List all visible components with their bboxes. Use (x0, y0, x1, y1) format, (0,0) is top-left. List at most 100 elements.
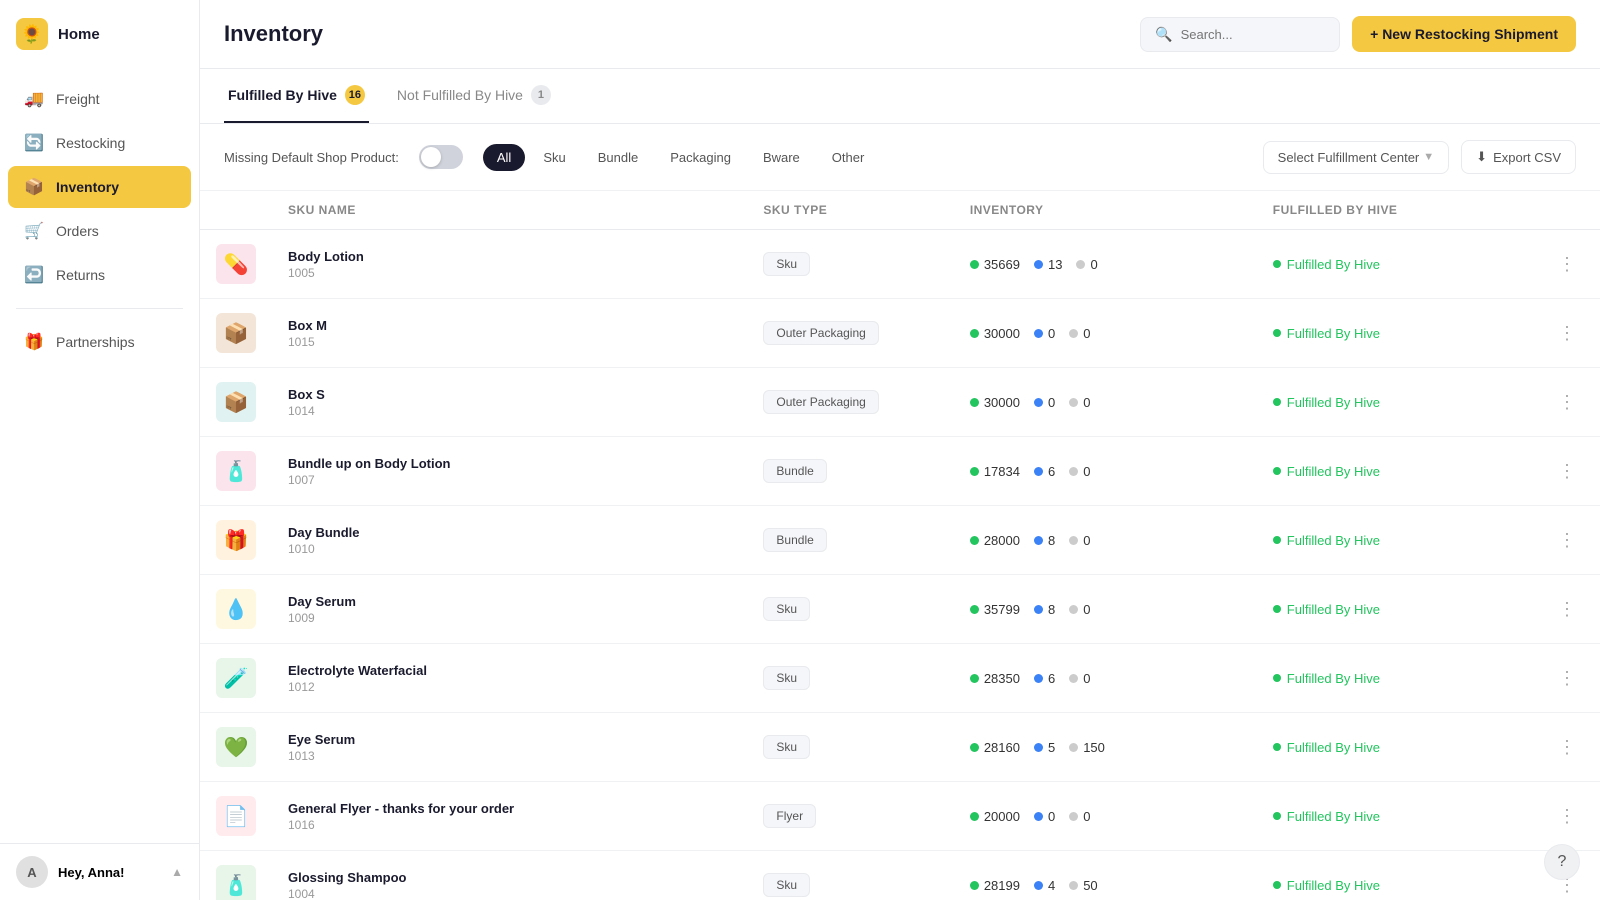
freight-icon: 🚚 (24, 89, 44, 109)
search-input[interactable] (1181, 27, 1326, 42)
table-row: 💊 Body Lotion 1005 Sku 35669 13 (200, 230, 1600, 299)
row-more-button[interactable]: ⋮ (1550, 595, 1584, 624)
sidebar-item-inventory[interactable]: 📦Inventory (8, 166, 191, 208)
blue-dot (1034, 467, 1043, 476)
gray-dot (1069, 467, 1078, 476)
inventory-cell: 28350 6 0 (954, 644, 1257, 713)
inventory-cell: 28199 4 50 (954, 851, 1257, 900)
fulfilled-dot (1273, 743, 1281, 751)
sku-type-cell: Sku (747, 713, 953, 782)
product-name: Body Lotion (288, 249, 364, 264)
product-name: Glossing Shampoo (288, 870, 406, 885)
product-name: Box S (288, 387, 325, 402)
action-cell: ⋮ (1530, 782, 1600, 851)
inventory-table: SKU Name SKU Type Inventory Fulfilled by… (200, 191, 1600, 900)
search-box[interactable]: 🔍 (1140, 17, 1340, 52)
filter-chip-packaging[interactable]: Packaging (656, 144, 745, 171)
new-shipment-button[interactable]: + New Restocking Shipment (1352, 16, 1576, 52)
export-csv-button[interactable]: ⬇ Export CSV (1461, 140, 1576, 174)
product-thumb-icon: 💚 (216, 727, 256, 767)
fulfillment-center-select[interactable]: Select Fulfillment Center ▼ (1263, 141, 1450, 174)
tab-fulfilled[interactable]: Fulfilled By Hive 16 (224, 69, 369, 123)
inv-green-group: 28000 (970, 533, 1020, 548)
inv-green-group: 28350 (970, 671, 1020, 686)
row-more-button[interactable]: ⋮ (1550, 457, 1584, 486)
inv-gray-group: 50 (1069, 878, 1097, 893)
product-info: Box M 1015 (288, 318, 731, 349)
inv-gray-group: 0 (1069, 395, 1090, 410)
tab-not-fulfilled-badge: 1 (531, 85, 551, 105)
product-thumb-icon: 📦 (216, 313, 256, 353)
inv-gray-group: 0 (1069, 809, 1090, 824)
inv-gray-group: 0 (1069, 326, 1090, 341)
product-sku-id: 1009 (288, 611, 356, 625)
green-dot (970, 881, 979, 890)
sidebar-item-returns[interactable]: ↩️Returns (8, 254, 191, 296)
inv-green-value: 28160 (984, 740, 1020, 755)
help-button[interactable]: ? (1544, 844, 1580, 880)
filter-chip-sku[interactable]: Sku (529, 144, 579, 171)
sidebar-item-freight[interactable]: 🚚Freight (8, 78, 191, 120)
inventory-dots: 28160 5 150 (970, 740, 1241, 755)
missing-product-toggle[interactable] (419, 145, 463, 169)
sidebar: 🌻 Home 🚚Freight🔄Restocking📦Inventory🛒Ord… (0, 0, 200, 900)
product-thumbnail: 🧴 (200, 851, 272, 900)
inv-green-group: 35669 (970, 257, 1020, 272)
product-details: Box S 1014 (288, 387, 325, 418)
row-more-button[interactable]: ⋮ (1550, 250, 1584, 279)
sidebar-footer[interactable]: A Hey, Anna! ▲ (0, 843, 199, 900)
row-more-button[interactable]: ⋮ (1550, 802, 1584, 831)
product-info: Eye Serum 1013 (288, 732, 731, 763)
table-row: 🎁 Day Bundle 1010 Bundle 28000 8 (200, 506, 1600, 575)
sku-type-badge: Sku (763, 666, 810, 690)
product-sku-id: 1004 (288, 887, 406, 900)
page-title: Inventory (224, 21, 323, 47)
inventory-cell: 20000 0 0 (954, 782, 1257, 851)
inv-blue-value: 4 (1048, 878, 1055, 893)
row-more-button[interactable]: ⋮ (1550, 733, 1584, 762)
inv-green-group: 17834 (970, 464, 1020, 479)
sidebar-home-label: Home (58, 26, 100, 43)
restocking-icon: 🔄 (24, 133, 44, 153)
inv-gray-group: 0 (1069, 464, 1090, 479)
gray-dot (1069, 674, 1078, 683)
product-info: General Flyer - thanks for your order 10… (288, 801, 731, 832)
row-more-button[interactable]: ⋮ (1550, 526, 1584, 555)
sidebar-item-label: Inventory (56, 179, 119, 195)
sku-type-cell: Outer Packaging (747, 299, 953, 368)
filter-chip-bundle[interactable]: Bundle (584, 144, 652, 171)
filter-chip-other[interactable]: Other (818, 144, 879, 171)
partnerships-icon: 🎁 (24, 332, 44, 352)
nav-bottom: 🎁Partnerships (0, 321, 199, 363)
fulfilled-status: Fulfilled By Hive (1273, 740, 1514, 755)
row-more-button[interactable]: ⋮ (1550, 388, 1584, 417)
product-name-cell: Day Serum 1009 (272, 575, 747, 644)
filter-chips: AllSkuBundlePackagingBwareOther (483, 144, 878, 171)
toggle-label: Missing Default Shop Product: (224, 150, 399, 165)
product-name-cell: Glossing Shampoo 1004 (272, 851, 747, 900)
inv-gray-group: 0 (1069, 602, 1090, 617)
product-info: Bundle up on Body Lotion 1007 (288, 456, 731, 487)
inv-green-value: 30000 (984, 395, 1020, 410)
product-name-cell: Eye Serum 1013 (272, 713, 747, 782)
inventory-cell: 30000 0 0 (954, 368, 1257, 437)
row-more-button[interactable]: ⋮ (1550, 664, 1584, 693)
gray-dot (1069, 398, 1078, 407)
filter-chip-bware[interactable]: Bware (749, 144, 814, 171)
col-thumb (200, 191, 272, 230)
sidebar-item-restocking[interactable]: 🔄Restocking (8, 122, 191, 164)
filter-chip-all[interactable]: All (483, 144, 525, 171)
inventory-dots: 35669 13 0 (970, 257, 1241, 272)
table-row: 💧 Day Serum 1009 Sku 35799 8 (200, 575, 1600, 644)
sidebar-item-orders[interactable]: 🛒Orders (8, 210, 191, 252)
sidebar-item-partnerships[interactable]: 🎁Partnerships (8, 321, 191, 363)
inv-blue-group: 6 (1034, 671, 1055, 686)
gray-dot (1069, 812, 1078, 821)
tab-not-fulfilled[interactable]: Not Fulfilled By Hive 1 (393, 69, 555, 123)
fulfilled-status: Fulfilled By Hive (1273, 464, 1514, 479)
fulfilled-dot (1273, 812, 1281, 820)
action-cell: ⋮ (1530, 437, 1600, 506)
inv-green-value: 28000 (984, 533, 1020, 548)
sidebar-logo[interactable]: 🌻 Home (0, 0, 199, 68)
row-more-button[interactable]: ⋮ (1550, 319, 1584, 348)
